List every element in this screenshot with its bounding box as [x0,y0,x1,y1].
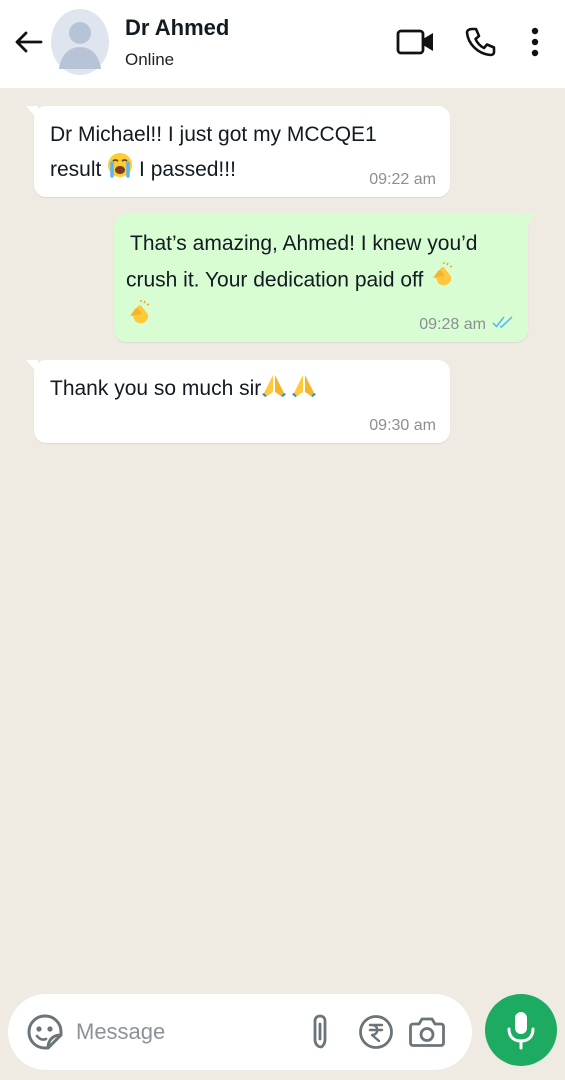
message-input[interactable]: Message [76,1019,165,1045]
sticker-icon[interactable] [26,1013,64,1051]
contact-name: Dr Ahmed [125,15,230,40]
contact-status: Online [125,50,175,69]
message-text-part: result [50,158,102,182]
contact-info[interactable]: Dr Ahmed Online [125,14,229,71]
clapping-hands-emoji-icon [429,262,455,300]
bubble-tail [26,106,38,120]
mic-icon [507,1012,535,1050]
message-line: Dr Michael!! I just got my MCCQE1 [50,123,377,146]
message-text-part: Thank you so much sir [50,377,262,401]
bubble-tail [524,214,536,228]
read-receipt-icon [492,315,514,334]
avatar[interactable] [50,8,110,76]
message-meta: 09:22 am [369,171,436,189]
mic-button[interactable] [485,994,557,1066]
clapping-hands-emoji-icon [126,300,152,338]
message-incoming[interactable]: Dr Michael!! I just got my MCCQE1 result [26,106,450,197]
message-line: crush it. Your dedication paid off [126,262,514,300]
back-arrow-icon[interactable] [10,24,46,60]
crying-emoji-icon [107,152,133,189]
message-composer: Message [8,994,472,1070]
message-outgoing[interactable]: That’s amazing, Ahmed! I knew you’d crus… [114,214,536,342]
bubble-tail [26,360,38,374]
folded-hands-emoji-icon [261,372,287,407]
message-text-part: I passed!!! [139,158,236,182]
message-text: Thank you so much sir [48,372,436,407]
camera-icon[interactable] [408,1013,446,1051]
message-list[interactable]: Dr Michael!! I just got my MCCQE1 result [0,88,565,993]
voice-call-icon[interactable] [458,22,502,62]
folded-hands-emoji-icon [291,372,317,407]
attach-icon[interactable] [302,1013,340,1051]
message-meta: 09:28 am [419,315,514,334]
message-time: 09:30 am [369,417,436,434]
chat-header: Dr Ahmed Online [0,0,565,88]
message-text-part: crush it. Your dedication paid off [126,268,424,292]
message-time: 09:22 am [369,171,436,188]
video-call-icon[interactable] [394,22,438,62]
message-meta: 09:30 am [369,417,436,435]
message-incoming[interactable]: Thank you so much sir 09:30 am [26,360,450,443]
message-time: 09:28 am [419,315,486,333]
message-line: That’s amazing, Ahmed! I knew you’d [130,232,478,255]
chat-screen: Dr Ahmed Online Dr Michael!! I just got … [0,0,565,1080]
rupee-payment-icon[interactable] [357,1013,395,1051]
more-options-icon[interactable] [515,22,555,62]
